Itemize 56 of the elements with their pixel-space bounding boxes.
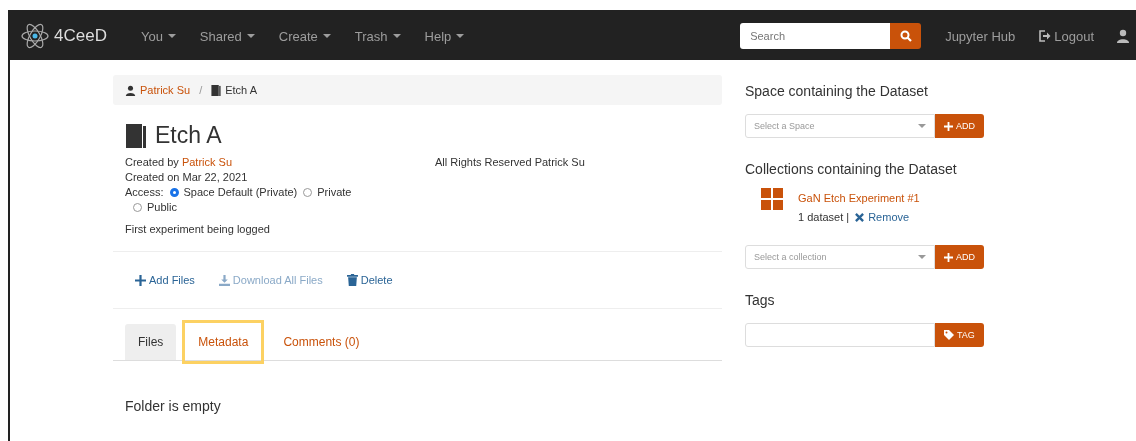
breadcrumb-link[interactable]: Patrick Su — [140, 84, 191, 96]
trash-icon — [346, 274, 358, 286]
nav-link[interactable]: Jupyter Hub — [945, 28, 1016, 44]
logout-icon — [1039, 30, 1052, 42]
collection-icon — [761, 188, 783, 210]
created-by-label: Created by — [125, 156, 179, 168]
user-icon — [125, 84, 136, 96]
created-date: Created on Mar 22, 2021 — [125, 171, 249, 183]
nav-menu[interactable]: Shared — [187, 28, 267, 44]
user-icon[interactable] — [1116, 29, 1130, 43]
remove-link[interactable]: Remove — [855, 211, 910, 223]
collection-select[interactable]: Select a collection — [745, 245, 935, 269]
dataset-title: Etch A — [155, 122, 222, 149]
add-button[interactable]: ADD — [935, 245, 984, 269]
search-field[interactable]: Search — [740, 23, 891, 49]
access-radio[interactable]: Private — [303, 186, 352, 198]
tag-button[interactable]: TAG — [935, 323, 984, 347]
nav-menu[interactable]: Trash — [342, 28, 413, 44]
section-heading: Tags — [745, 292, 776, 308]
space-select[interactable]: Select a Space — [745, 114, 935, 138]
nav-menu[interactable]: Help — [412, 28, 477, 44]
action-link[interactable]: Add Files — [135, 274, 195, 286]
tab[interactable]: Files — [125, 324, 177, 360]
atom-icon — [20, 21, 50, 51]
access-radio[interactable]: Space Default (Private) — [169, 186, 298, 198]
dataset-description: First experiment being logged — [125, 223, 271, 235]
plus-icon — [944, 252, 953, 262]
tag-field[interactable] — [745, 323, 935, 347]
book-icon — [211, 84, 222, 96]
nav-menu[interactable]: Create — [266, 28, 343, 44]
dataset-count: 1 dataset | — [798, 211, 850, 223]
search-icon — [899, 30, 912, 42]
search-button[interactable] — [890, 23, 922, 49]
action-link[interactable]: Delete — [346, 274, 393, 286]
tab[interactable]: Comments (0) — [270, 324, 373, 360]
nav-menu[interactable]: You — [128, 28, 188, 44]
access-radio[interactable]: Public — [133, 201, 177, 213]
folder-empty-message: Folder is empty — [125, 398, 222, 414]
plus-icon — [944, 121, 953, 131]
tag-icon — [944, 330, 954, 340]
add-button[interactable]: ADD — [935, 114, 984, 138]
section-heading: Collections containing the Dataset — [745, 161, 958, 177]
book-icon — [125, 123, 147, 148]
logout-link[interactable]: Logout — [1039, 28, 1094, 44]
access-label: Access: — [125, 186, 164, 198]
section-heading: Space containing the Dataset — [745, 83, 929, 99]
collection-link[interactable]: GaN Etch Experiment #1 — [798, 192, 920, 204]
brand-name[interactable]: 4CeeD — [54, 26, 107, 46]
close-icon — [855, 212, 865, 222]
license-text: All Rights Reserved Patrick Su — [435, 156, 585, 170]
download-icon — [218, 274, 230, 286]
breadcrumb-link[interactable]: Etch A — [225, 84, 257, 96]
plus-icon — [135, 274, 146, 286]
breadcrumb-separator: / — [199, 84, 203, 96]
tab[interactable]: Metadata — [182, 320, 265, 364]
creator-link[interactable]: Patrick Su — [181, 156, 232, 168]
